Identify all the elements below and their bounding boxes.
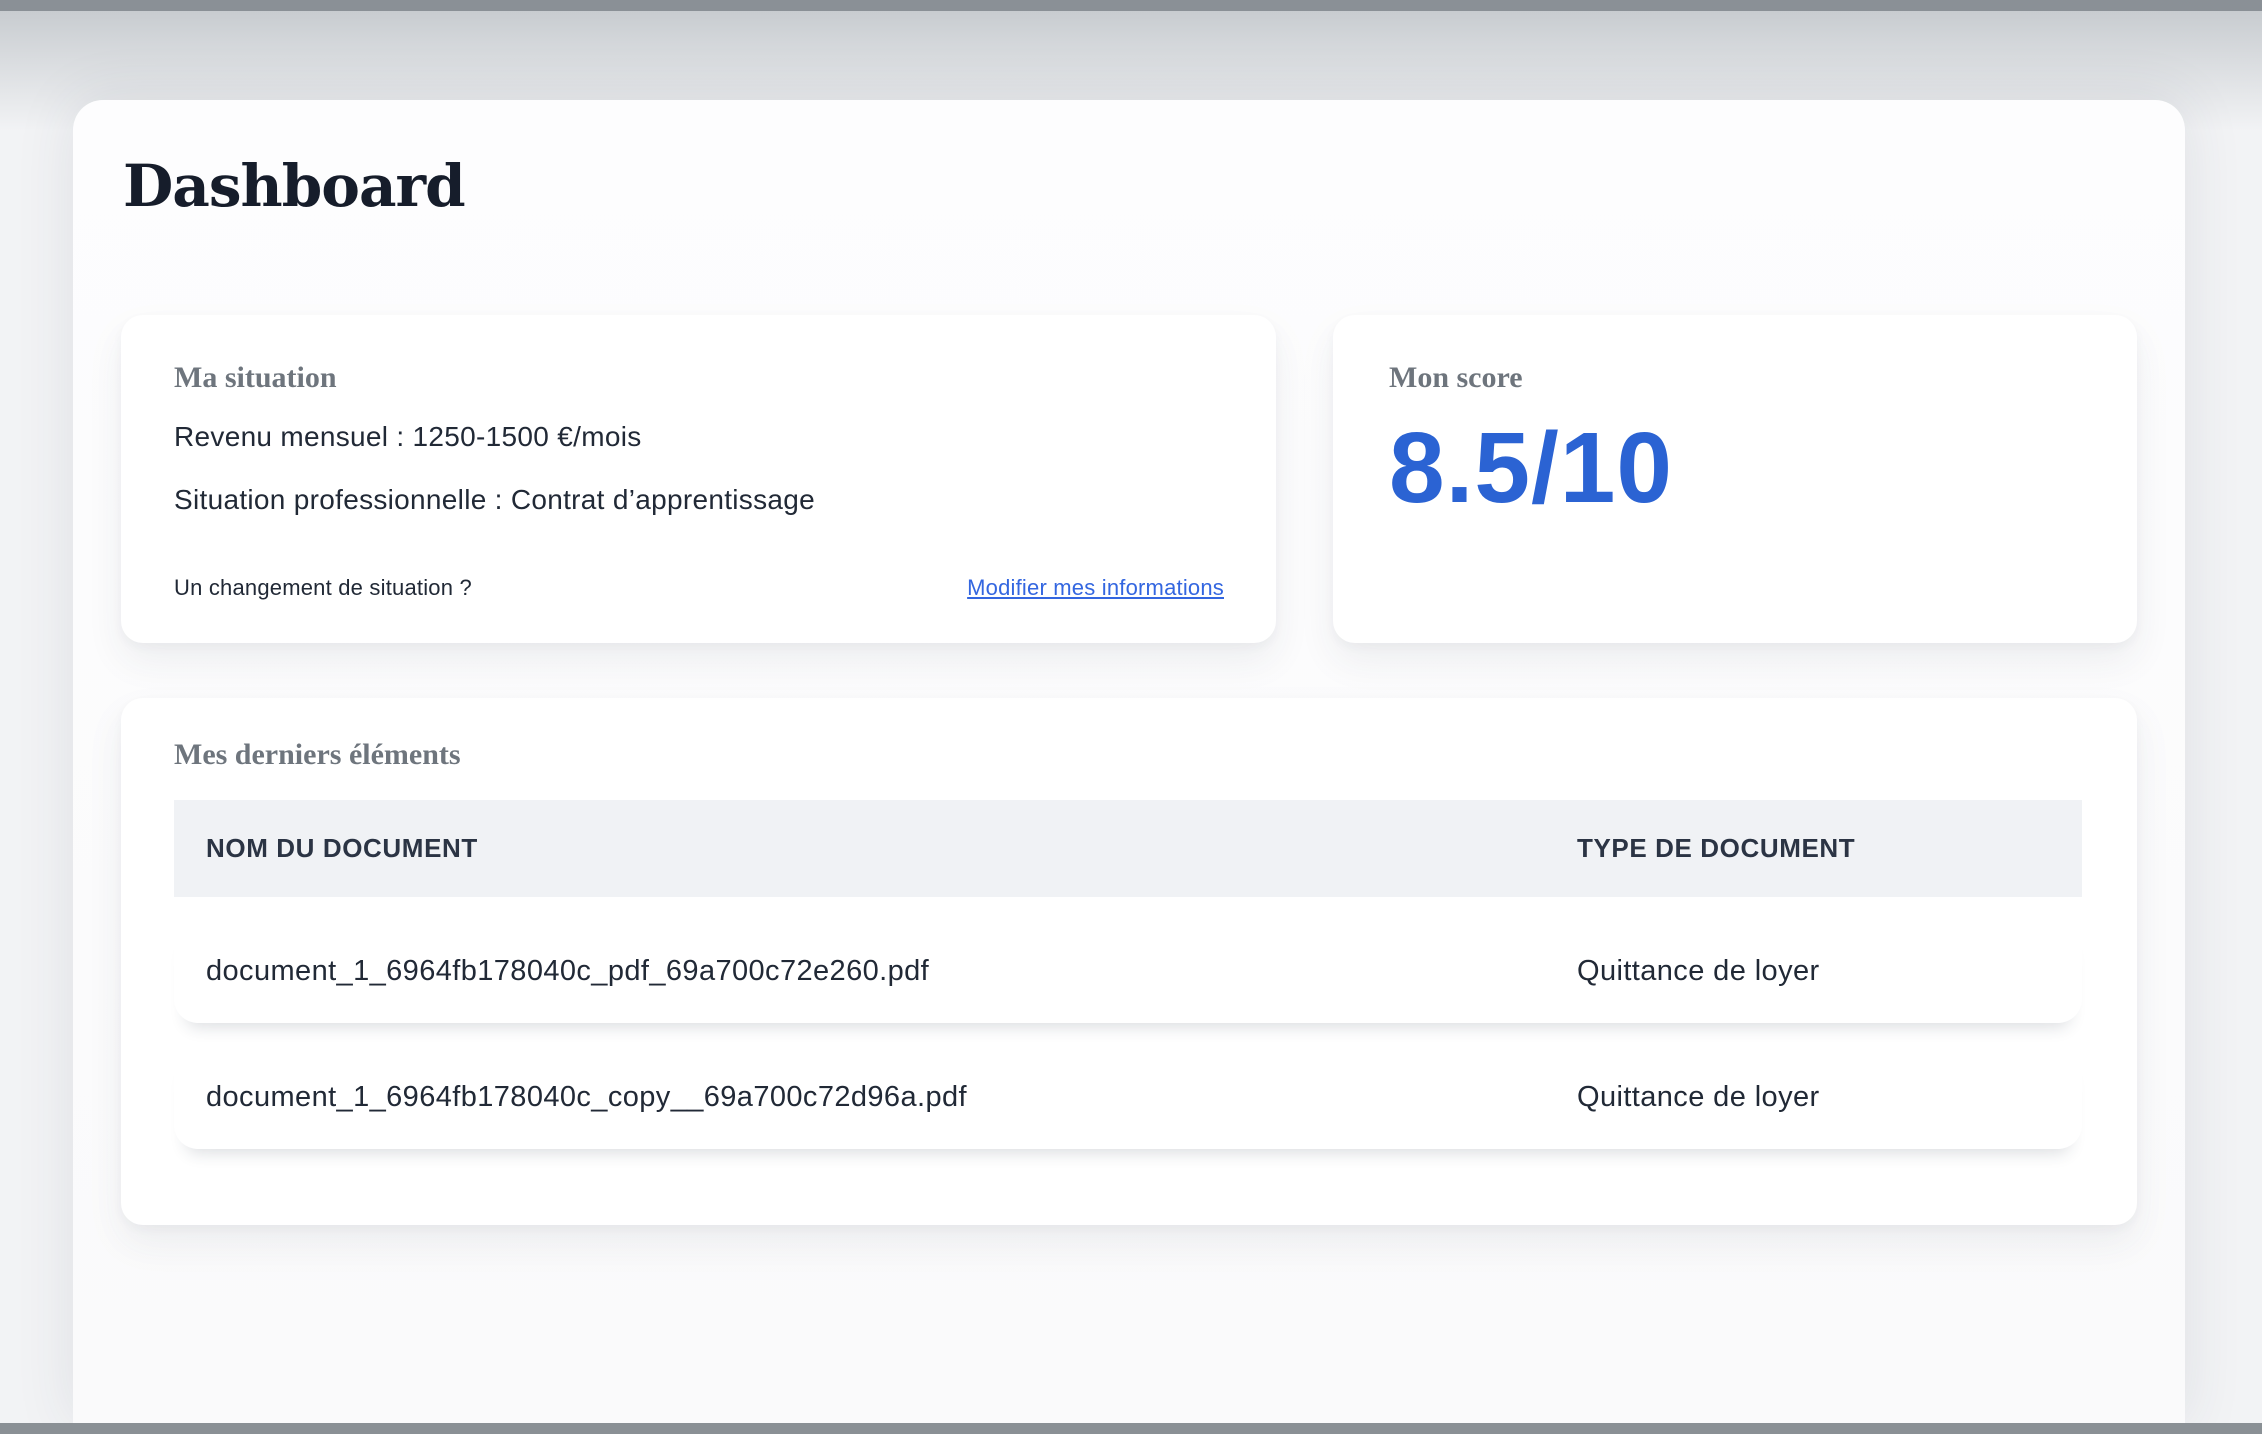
- page-title: Dashboard: [123, 152, 2137, 220]
- document-row[interactable]: document_1_6964fb178040c_copy__69a700c72…: [174, 1045, 2082, 1149]
- column-header-document-name: NOM DU DOCUMENT: [174, 833, 1545, 864]
- column-header-document-type: TYPE DE DOCUMENT: [1545, 833, 2082, 864]
- job-line: Situation professionnelle : Contrat d’ap…: [174, 484, 1224, 516]
- window-bottom-edge: [0, 1423, 2262, 1434]
- documents-table: NOM DU DOCUMENT TYPE DE DOCUMENT documen…: [174, 800, 2082, 1149]
- dashboard-page-container: Dashboard Ma situation Revenu mensuel : …: [73, 100, 2185, 1423]
- change-situation-prompt: Un changement de situation ?: [174, 575, 472, 601]
- document-type-cell: Quittance de loyer: [1545, 955, 2082, 988]
- summary-cards-row: Ma situation Revenu mensuel : 1250-1500 …: [121, 315, 2137, 643]
- situation-card: Ma situation Revenu mensuel : 1250-1500 …: [121, 315, 1276, 643]
- recent-documents-heading: Mes derniers éléments: [174, 738, 2082, 772]
- document-type-cell: Quittance de loyer: [1545, 1081, 2082, 1114]
- score-card-heading: Mon score: [1389, 361, 2085, 395]
- situation-card-footer: Un changement de situation ? Modifier me…: [174, 575, 1224, 601]
- score-card: Mon score 8.5/10: [1333, 315, 2137, 643]
- document-name-cell: document_1_6964fb178040c_pdf_69a700c72e2…: [174, 955, 1545, 988]
- window-top-edge: [0, 0, 2262, 11]
- score-value: 8.5/10: [1389, 413, 2085, 523]
- income-line: Revenu mensuel : 1250-1500 €/mois: [174, 421, 1224, 453]
- document-row[interactable]: document_1_6964fb178040c_pdf_69a700c72e2…: [174, 919, 2082, 1023]
- edit-informations-link[interactable]: Modifier mes informations: [967, 575, 1224, 601]
- situation-card-heading: Ma situation: [174, 361, 1224, 395]
- document-name-cell: document_1_6964fb178040c_copy__69a700c72…: [174, 1081, 1545, 1114]
- documents-table-header-row: NOM DU DOCUMENT TYPE DE DOCUMENT: [174, 800, 2082, 897]
- recent-documents-card: Mes derniers éléments NOM DU DOCUMENT TY…: [121, 698, 2137, 1225]
